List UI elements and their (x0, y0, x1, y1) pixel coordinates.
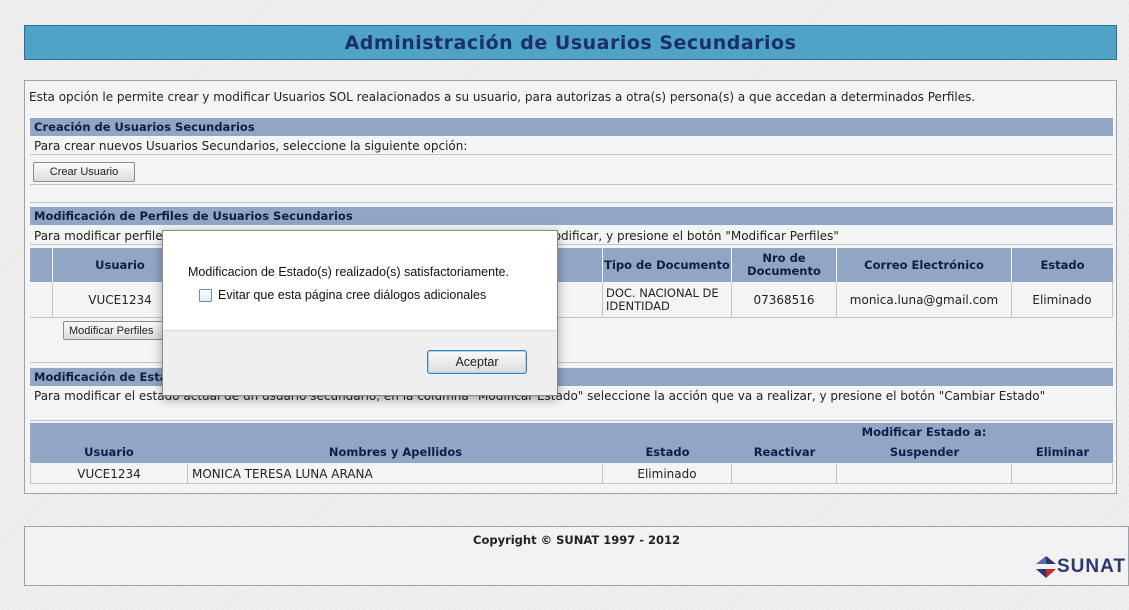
dialog-message: Modificacion de Estado(s) realizado(s) s… (188, 265, 509, 279)
creation-heading: Creación de Usuarios Secundarios (30, 118, 1113, 136)
alert-dialog: Modificacion de Estado(s) realizado(s) s… (162, 230, 558, 396)
copyright-text: Copyright © SUNAT 1997 - 2012 (473, 533, 680, 547)
status-cell-estado: Eliminado (603, 464, 732, 484)
profiles-cell-tipo-doc: DOC. NACIONAL DE IDENTIDAD (603, 282, 732, 318)
status-col-estado: Estado (603, 441, 732, 463)
profiles-col-nro-doc: Nro de Documento (732, 248, 836, 282)
creation-instruction: Para crear nuevos Usuarios Secundarios, … (30, 137, 1113, 155)
sunat-diamond-icon (1035, 556, 1056, 578)
creation-blank-row (30, 185, 1113, 203)
sunat-logo: SUNAT (1035, 555, 1126, 579)
page-title: Administración de Usuarios Secundarios (344, 31, 797, 54)
profiles-cell-estado: Eliminado (1012, 282, 1113, 318)
footer: Copyright © SUNAT 1997 - 2012 SUNAT (24, 526, 1129, 586)
modify-profiles-button[interactable]: Modificar Perfiles (63, 321, 171, 340)
profiles-heading: Modificación de Perfiles de Usuarios Sec… (30, 207, 1113, 225)
profiles-col-estado: Estado (1012, 248, 1113, 282)
status-cell-usuario: VUCE1234 (30, 464, 188, 484)
status-col-reactivar: Reactivar (732, 441, 837, 463)
accept-button[interactable]: Aceptar (427, 350, 527, 374)
dialog-checkbox-row[interactable]: Evitar que esta página cree diálogos adi… (199, 288, 486, 302)
intro-text: Esta opción le permite crear y modificar… (29, 90, 976, 104)
status-col-suspender: Suspender (837, 441, 1012, 463)
page-title-bar: Administración de Usuarios Secundarios (24, 25, 1117, 60)
profiles-col-correo: Correo Electrónico (837, 248, 1011, 282)
status-col-group: Modificar Estado a: (837, 423, 1011, 441)
status-cell-nombres: MONICA TERESA LUNA ARANA (188, 464, 603, 484)
creation-spacer (30, 167, 1113, 185)
profiles-row-select[interactable] (30, 282, 53, 318)
status-cell-suspender (837, 464, 1012, 484)
profiles-cell-correo: monica.luna@gmail.com (837, 282, 1012, 318)
status-cell-eliminar (1012, 464, 1113, 484)
sunat-logo-text: SUNAT (1056, 556, 1126, 577)
status-cell-reactivar (732, 464, 837, 484)
status-col-usuario: Usuario (30, 441, 188, 463)
status-col-eliminar: Eliminar (1012, 441, 1113, 463)
status-col-nombres: Nombres y Apellidos (188, 441, 603, 463)
profiles-cell-nro-doc: 07368516 (732, 282, 837, 318)
suppress-dialogs-label[interactable]: Evitar que esta página cree diálogos adi… (218, 288, 486, 302)
profiles-col-tipo-doc: Tipo de Documento (603, 248, 731, 282)
suppress-dialogs-checkbox[interactable] (199, 288, 212, 302)
profiles-select-col-header (30, 248, 52, 282)
